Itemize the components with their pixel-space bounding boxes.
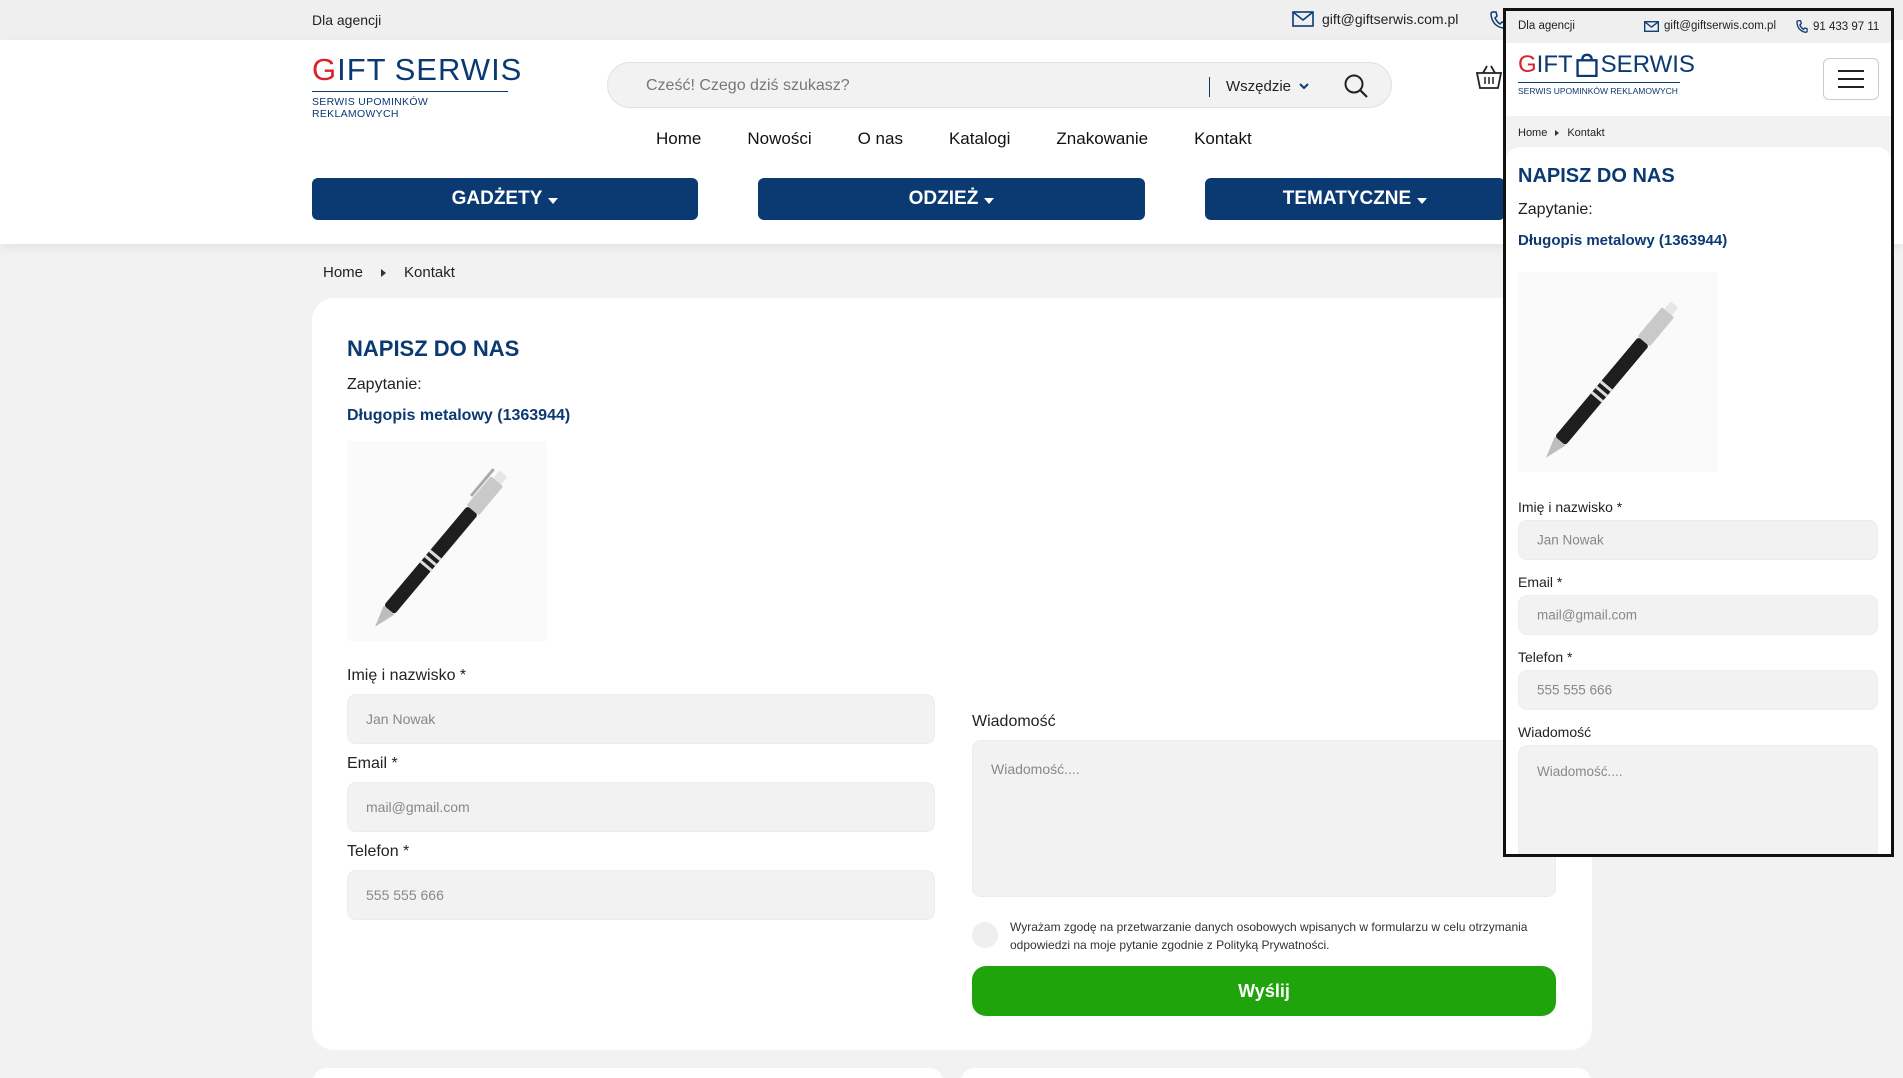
inquiry-label: Zapytanie: bbox=[347, 376, 422, 393]
mobile-top-bar: Dla agencji gift@giftserwis.com.pl 91 43… bbox=[1506, 11, 1891, 43]
nav-about[interactable]: O nas bbox=[858, 129, 903, 149]
mobile-header: GIFT SERWIS SERWIS UPOMINKÓW REKLAMOWYCH bbox=[1506, 43, 1891, 116]
name-label: Imię i nazwisko * bbox=[347, 667, 467, 684]
message-placeholder: Wiadomość.... bbox=[1537, 764, 1623, 779]
consent-row: Wyrażam zgodę na przetwarzanie danych os… bbox=[972, 918, 1552, 954]
mobile-inquiry-label: Zapytanie: bbox=[1518, 201, 1593, 218]
email-placeholder: mail@gmail.com bbox=[1537, 607, 1637, 623]
gift-bag-icon bbox=[1576, 53, 1598, 77]
mobile-form-card: NAPISZ DO NAS Zapytanie: Długopis metalo… bbox=[1506, 147, 1891, 854]
search-bar[interactable]: Cześć! Czego dziś szukasz? Wszędzie bbox=[607, 62, 1392, 108]
lower-card-left bbox=[312, 1068, 944, 1078]
category-thematic-button[interactable]: TEMATYCZNE bbox=[1205, 178, 1505, 220]
mobile-message-label: Wiadomość bbox=[1518, 724, 1592, 740]
email-field[interactable]: mail@gmail.com bbox=[347, 782, 935, 832]
search-scope-value: Wszędzie bbox=[1226, 78, 1292, 95]
contact-form-card: NAPISZ DO NAS Zapytanie: Długopis metalo… bbox=[312, 298, 1592, 1050]
lower-card-right bbox=[960, 1068, 1592, 1078]
mobile-email-link[interactable]: gift@giftserwis.com.pl bbox=[1644, 20, 1776, 32]
logo-tagline: SERWIS UPOMINKÓW REKLAMOWYCH bbox=[312, 91, 508, 120]
mobile-message-textarea[interactable]: Wiadomość.... bbox=[1518, 745, 1878, 854]
category-thematic-label: TEMATYCZNE bbox=[1282, 188, 1412, 209]
envelope-icon bbox=[1292, 11, 1314, 27]
chevron-down-icon bbox=[1299, 83, 1309, 90]
search-input[interactable]: Cześć! Czego dziś szukasz? bbox=[646, 77, 850, 95]
logo-letter-g: G bbox=[312, 52, 338, 87]
search-icon[interactable] bbox=[1343, 73, 1369, 99]
breadcrumb-home[interactable]: Home bbox=[323, 264, 363, 281]
logo-word-gift: IFT bbox=[337, 52, 387, 87]
phone-label: Telefon * bbox=[347, 843, 410, 860]
phone-placeholder: 555 555 666 bbox=[366, 887, 444, 903]
name-placeholder: Jan Nowak bbox=[366, 711, 436, 727]
logo-word-gift: IFT bbox=[1536, 51, 1573, 78]
mobile-name-field[interactable]: Jan Nowak bbox=[1518, 520, 1878, 560]
search-scope-select[interactable]: Wszędzie bbox=[1226, 78, 1309, 95]
breadcrumb-home[interactable]: Home bbox=[1518, 127, 1547, 139]
breadcrumb: Home Kontakt bbox=[323, 264, 455, 281]
consent-text: Wyrażam zgodę na przetwarzanie danych os… bbox=[1010, 920, 1528, 952]
phone-icon bbox=[1796, 20, 1808, 33]
submit-button[interactable]: Wyślij bbox=[972, 966, 1556, 1016]
email-placeholder: mail@gmail.com bbox=[366, 799, 470, 815]
mobile-email-text: gift@giftserwis.com.pl bbox=[1664, 20, 1777, 32]
phone-field[interactable]: 555 555 666 bbox=[347, 870, 935, 920]
category-clothing-label: ODZIEŻ bbox=[908, 188, 979, 209]
email-text: gift@giftserwis.com.pl bbox=[1322, 11, 1459, 27]
envelope-icon bbox=[1644, 20, 1659, 32]
product-image bbox=[347, 441, 547, 641]
mobile-preview: Dla agencji gift@giftserwis.com.pl 91 43… bbox=[1503, 8, 1894, 857]
consent-checkbox[interactable] bbox=[972, 922, 998, 948]
basket-icon[interactable] bbox=[1475, 64, 1503, 90]
category-clothing-button[interactable]: ODZIEŻ bbox=[758, 178, 1145, 220]
nav-catalogs[interactable]: Katalogi bbox=[949, 129, 1010, 149]
form-title: NAPISZ DO NAS bbox=[347, 336, 520, 361]
mobile-product-name[interactable]: Długopis metalowy (1363944) bbox=[1518, 232, 1727, 249]
caret-down-icon bbox=[984, 197, 995, 204]
nav-news[interactable]: Nowości bbox=[747, 129, 811, 149]
mobile-form-title: NAPISZ DO NAS bbox=[1518, 165, 1675, 187]
message-placeholder: Wiadomość.... bbox=[991, 761, 1080, 777]
caret-right-icon bbox=[381, 268, 387, 277]
mobile-site-logo[interactable]: GIFT SERWIS SERWIS UPOMINKÓW REKLAMOWYCH bbox=[1518, 53, 1695, 96]
mobile-email-label: Email * bbox=[1518, 574, 1563, 590]
message-textarea[interactable]: Wiadomość.... bbox=[972, 740, 1556, 897]
logo-tagline: SERWIS UPOMINKÓW REKLAMOWYCH bbox=[1518, 82, 1680, 96]
logo-letter-g: G bbox=[1518, 51, 1537, 78]
name-field[interactable]: Jan Nowak bbox=[347, 694, 935, 744]
category-gadgets-button[interactable]: GADŻETY bbox=[312, 178, 698, 220]
logo-word-serwis: SERWIS bbox=[394, 52, 523, 87]
email-label: Email * bbox=[347, 755, 398, 772]
mobile-phone-field[interactable]: 555 555 666 bbox=[1518, 670, 1878, 710]
site-logo[interactable]: GIFT SERWIS SERWIS UPOMINKÓW REKLAMOWYCH bbox=[312, 52, 521, 120]
nav-contact[interactable]: Kontakt bbox=[1194, 129, 1252, 149]
mobile-phone-link[interactable]: 91 433 97 11 bbox=[1796, 20, 1879, 33]
name-placeholder: Jan Nowak bbox=[1537, 532, 1604, 548]
breadcrumb-current: Kontakt bbox=[1567, 127, 1605, 139]
hamburger-menu-icon[interactable] bbox=[1823, 58, 1879, 100]
category-gadgets-label: GADŻETY bbox=[451, 188, 543, 209]
product-name[interactable]: Długopis metalowy (1363944) bbox=[347, 407, 570, 425]
phone-placeholder: 555 555 666 bbox=[1537, 682, 1613, 698]
breadcrumb-current: Kontakt bbox=[404, 264, 455, 281]
caret-down-icon bbox=[1417, 197, 1428, 204]
mobile-breadcrumb: Home Kontakt bbox=[1518, 127, 1605, 139]
nav-branding[interactable]: Znakowanie bbox=[1056, 129, 1148, 149]
mobile-agency-link[interactable]: Dla agencji bbox=[1518, 20, 1575, 32]
mobile-email-field[interactable]: mail@gmail.com bbox=[1518, 595, 1878, 635]
main-nav: Home Nowości O nas Katalogi Znakowanie K… bbox=[656, 129, 1298, 149]
mobile-product-image bbox=[1518, 272, 1718, 472]
mobile-name-label: Imię i nazwisko * bbox=[1518, 499, 1623, 515]
agency-link[interactable]: Dla agencji bbox=[312, 12, 381, 28]
search-separator bbox=[1209, 77, 1210, 97]
message-label: Wiadomość bbox=[972, 713, 1056, 730]
mobile-phone-text: 91 433 97 11 bbox=[1813, 20, 1880, 33]
caret-down-icon bbox=[548, 197, 559, 204]
caret-right-icon bbox=[1555, 130, 1560, 136]
nav-home[interactable]: Home bbox=[656, 129, 701, 149]
email-link[interactable]: gift@giftserwis.com.pl bbox=[1292, 11, 1458, 27]
logo-word-serwis: SERWIS bbox=[1600, 51, 1695, 78]
mobile-phone-label: Telefon * bbox=[1518, 649, 1573, 665]
